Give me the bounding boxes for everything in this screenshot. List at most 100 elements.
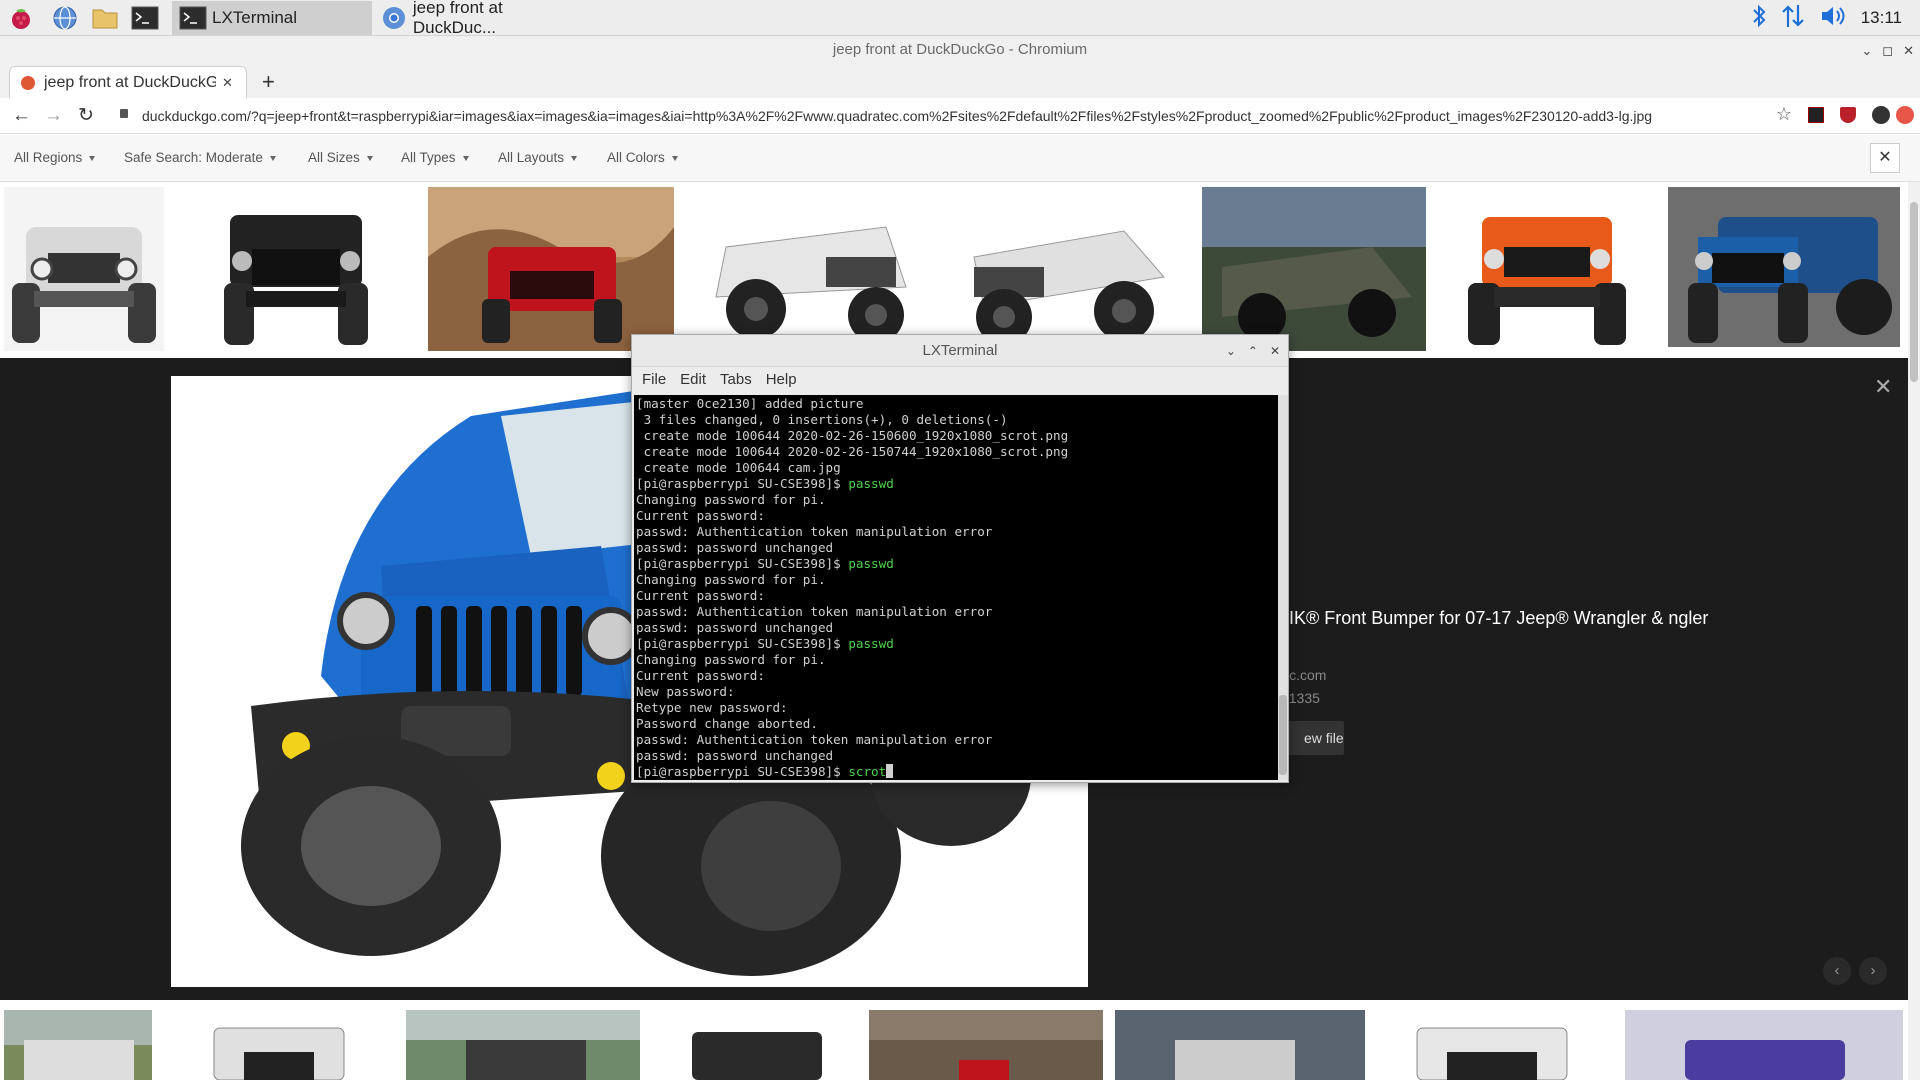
terminal-line: Changing password for pi. (636, 652, 826, 667)
url-text: duckduckgo.com/?q=jeep+front&t=raspberry… (142, 108, 1653, 124)
account-icon[interactable] (1872, 106, 1890, 124)
terminal-prompt: [pi@raspberrypi SU-CSE398]$ (636, 556, 849, 571)
terminal-line: [pi@raspberrypi SU-CSE398]$ passwd (636, 476, 1276, 492)
taskbar-task-lxterminal[interactable]: LXTerminal (172, 1, 372, 35)
volume-icon[interactable] (1819, 3, 1847, 34)
terminal-cursor (886, 764, 894, 778)
terminal-scroll-thumb[interactable] (1279, 695, 1287, 775)
terminal-line: passwd: Authentication token manipulatio… (636, 524, 993, 539)
reload-icon[interactable]: ↻ (78, 104, 94, 127)
filter-types[interactable]: All Types (401, 150, 469, 165)
tab-close-icon[interactable]: ✕ (222, 75, 233, 91)
minimize-icon[interactable]: ⌄ (1861, 43, 1872, 59)
terminal-line: Retype new password: (636, 700, 788, 715)
image-thumbnail[interactable] (164, 1010, 394, 1080)
update-icon[interactable] (1896, 106, 1914, 124)
terminal-launcher-icon[interactable] (130, 3, 160, 33)
chromium-icon (380, 3, 409, 33)
terminal-command: passwd (848, 556, 894, 571)
menu-file[interactable]: File (642, 371, 666, 388)
scrollbar-thumb[interactable] (1910, 202, 1918, 382)
bookmark-star-icon[interactable]: ☆ (1776, 104, 1792, 125)
terminal-menubar: File Edit Tabs Help (632, 367, 1288, 392)
image-thumbnail[interactable] (869, 1010, 1103, 1080)
image-thumbnail[interactable] (1438, 187, 1656, 351)
tab-title: jeep front at DuckDuckG (44, 73, 216, 91)
terminal-line: [master 0ce2130] added picture (636, 396, 864, 411)
terminal-scrollbar[interactable] (1278, 395, 1288, 780)
filter-colors[interactable]: All Colors (607, 150, 678, 165)
terminal-line: Changing password for pi. (636, 492, 826, 507)
close-filters-button[interactable]: ✕ (1870, 143, 1900, 173)
clock: 13:11 (1860, 8, 1902, 27)
terminal-line: New password: (636, 684, 735, 699)
terminal-command: scrot (848, 764, 887, 779)
menu-edit[interactable]: Edit (680, 371, 706, 388)
terminal-prompt: [pi@raspberrypi SU-CSE398]$ (636, 476, 849, 491)
tab-ddg[interactable]: jeep front at DuckDuckG ✕ (9, 66, 247, 98)
filter-safe-search[interactable]: Safe Search: Moderate (124, 150, 276, 165)
terminal-line: create mode 100644 2020-02-26-150600_192… (636, 428, 1069, 443)
image-thumbnail-selected[interactable] (1668, 187, 1900, 351)
terminal-window-controls: ⌄ ⌃ ✕ (1226, 335, 1280, 367)
image-thumbnail[interactable] (428, 187, 674, 351)
web-browser-icon[interactable] (50, 3, 80, 33)
menu-tabs[interactable]: Tabs (720, 371, 752, 388)
terminal-line: Password change aborted. (636, 716, 818, 731)
image-thumbnail[interactable] (4, 187, 164, 351)
image-thumbnail[interactable] (686, 187, 932, 351)
address-bar[interactable]: duckduckgo.com/?q=jeep+front&t=raspberry… (142, 102, 1800, 130)
terminal-window[interactable]: LXTerminal ⌄ ⌃ ✕ File Edit Tabs Help [ma… (631, 334, 1289, 783)
terminal-line: create mode 100644 cam.jpg (636, 460, 841, 475)
image-thumbnail[interactable] (406, 1010, 640, 1080)
task-label: LXTerminal (212, 8, 298, 27)
image-thumbnail[interactable] (4, 1010, 152, 1080)
image-thumbnail[interactable] (652, 1010, 868, 1080)
search-filters-bar: All Regions Safe Search: Moderate All Si… (0, 135, 1920, 182)
next-image-icon[interactable]: › (1859, 957, 1887, 985)
terminal-prompt: [pi@raspberrypi SU-CSE398]$ (636, 636, 849, 651)
image-thumbnail[interactable] (1625, 1010, 1903, 1080)
menu-help[interactable]: Help (766, 371, 797, 388)
maximize-icon[interactable]: ⌃ (1248, 344, 1258, 358)
detail-title[interactable]: CTIK® Front Bumper for 07-17 Jeep® Wrang… (1265, 607, 1725, 651)
system-tray: 13:11 (1751, 0, 1920, 36)
close-icon[interactable]: ✕ (1903, 43, 1914, 59)
image-thumbnail[interactable] (944, 187, 1190, 351)
terminal-line: passwd: password unchanged (636, 540, 834, 555)
close-icon[interactable]: ✕ (1270, 344, 1280, 358)
terminal-command: passwd (848, 476, 894, 491)
terminal-line: [pi@raspberrypi SU-CSE398]$ scrot (636, 764, 1276, 780)
taskbar-task-chromium[interactable]: jeep front at DuckDuc... (374, 0, 584, 37)
image-thumbnail[interactable] (1202, 187, 1426, 351)
bluetooth-icon[interactable] (1751, 3, 1767, 34)
terminal-line: passwd: Authentication token manipulatio… (636, 604, 993, 619)
file-manager-icon[interactable] (90, 3, 120, 33)
page-scrollbar[interactable] (1908, 182, 1920, 1080)
terminal-output[interactable]: [master 0ce2130] added picture 3 files c… (634, 395, 1278, 780)
terminal-line: Changing password for pi. (636, 572, 826, 587)
browser-toolbar: ← → ↻ duckduckgo.com/?q=jeep+front&t=ras… (0, 98, 1920, 134)
task-label: jeep front at DuckDuc... (412, 0, 503, 37)
image-thumbnail[interactable] (1377, 1010, 1613, 1080)
terminal-prompt: [pi@raspberrypi SU-CSE398]$ (636, 764, 849, 779)
raspberry-menu-icon[interactable] (6, 3, 36, 33)
extension-icon[interactable] (1808, 107, 1824, 123)
previous-image-icon[interactable]: ‹ (1823, 957, 1851, 985)
new-tab-icon[interactable]: + (262, 69, 275, 95)
terminal-line: [pi@raspberrypi SU-CSE398]$ passwd (636, 556, 1276, 572)
terminal-line: 3 files changed, 0 insertions(+), 0 dele… (636, 412, 1008, 427)
filter-layouts[interactable]: All Layouts (498, 150, 577, 165)
shield-extension-icon[interactable] (1840, 107, 1856, 123)
minimize-icon[interactable]: ⌄ (1226, 344, 1236, 358)
forward-icon[interactable]: → (44, 105, 63, 127)
image-thumbnail[interactable] (176, 187, 416, 351)
network-icon[interactable] (1781, 3, 1805, 34)
back-icon[interactable]: ← (12, 105, 31, 127)
filter-sizes[interactable]: All Sizes (308, 150, 373, 165)
image-thumbnail[interactable] (1115, 1010, 1365, 1080)
detail-close-icon[interactable]: ✕ (1874, 374, 1892, 400)
filter-regions[interactable]: All Regions (14, 150, 95, 165)
taskbar: LXTerminal jeep front at DuckDuc... 13:1… (0, 0, 1920, 37)
maximize-icon[interactable]: ◻ (1882, 43, 1893, 59)
